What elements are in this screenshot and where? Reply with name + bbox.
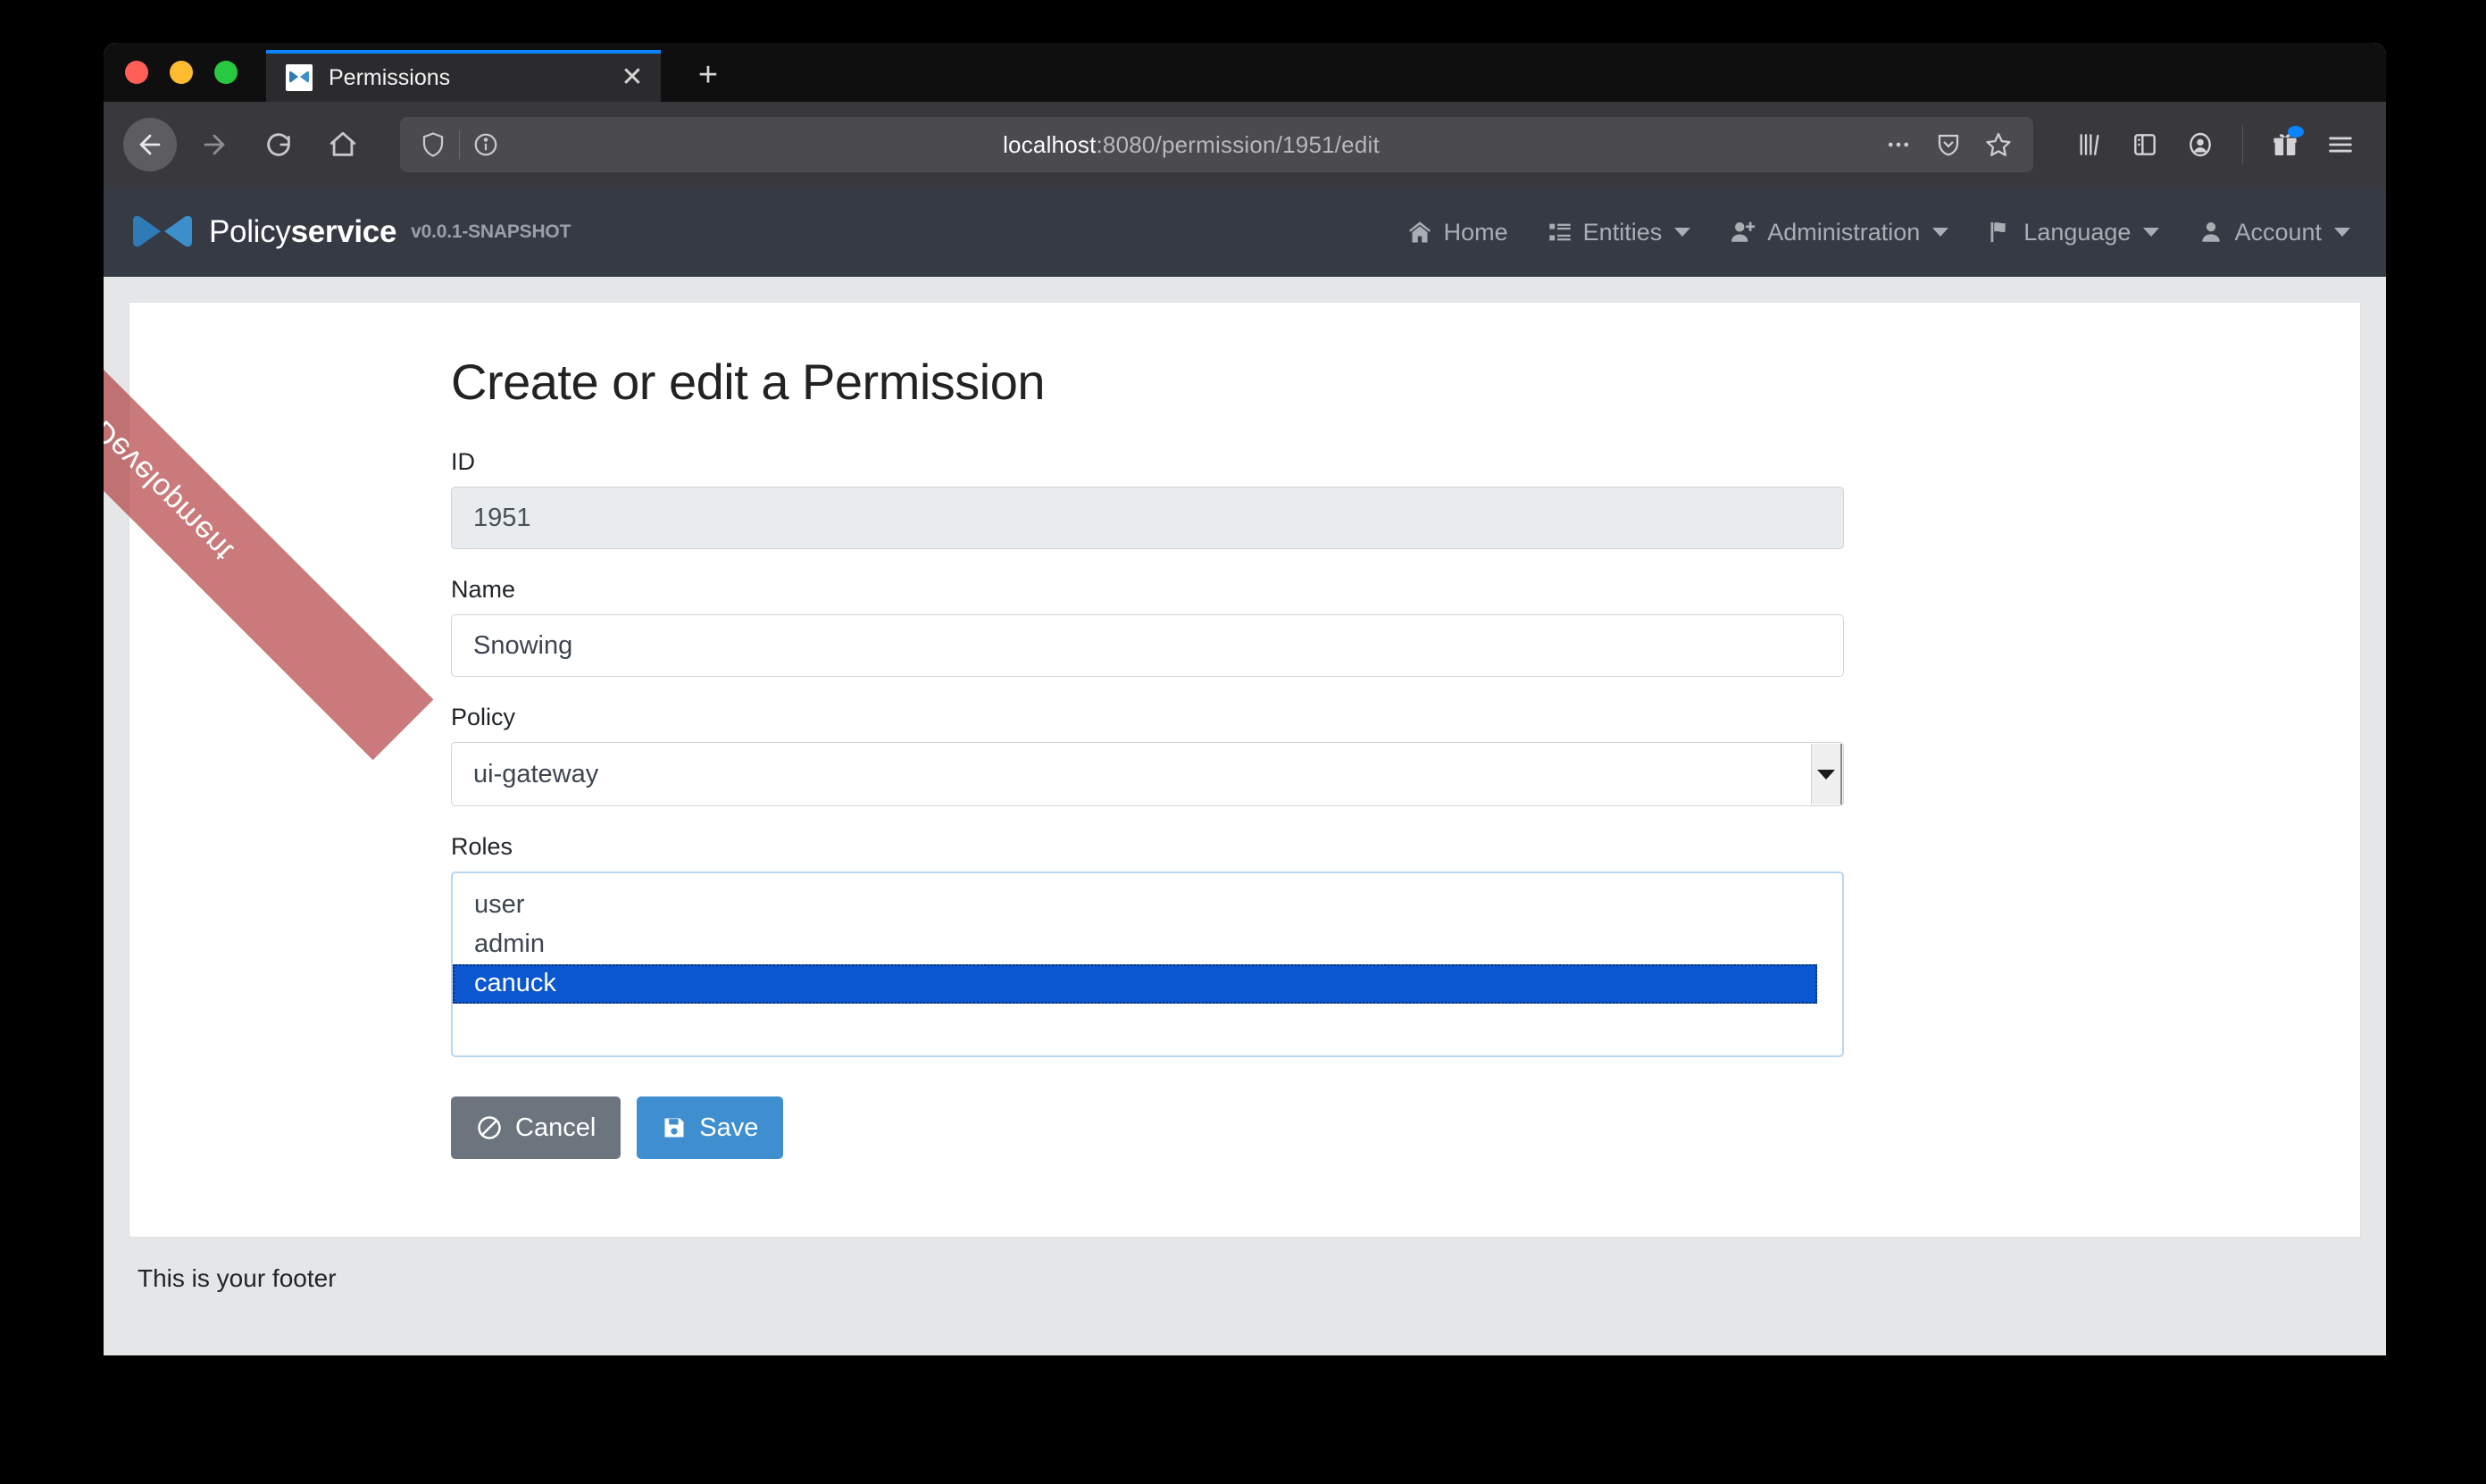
brand-version: v0.0.1-SNAPSHOT — [411, 221, 571, 242]
minimize-window-button[interactable] — [170, 61, 193, 84]
browser-navbar: localhost:8080/permission/1951/edit — [104, 102, 2386, 188]
chevron-down-icon — [2334, 228, 2350, 237]
url-path: :8080/permission/1951/edit — [1096, 130, 1380, 158]
bowtie-logo-icon — [133, 215, 192, 247]
roles-option-canuck[interactable]: canuck — [453, 964, 1817, 1005]
close-window-button[interactable] — [125, 61, 148, 84]
nav-item-account[interactable]: Account — [2198, 219, 2350, 246]
chevron-down-icon — [1932, 228, 1949, 237]
web-page: Development Policyservice v0.0.1-SNAPSHO… — [104, 188, 2386, 1355]
flag-icon — [1988, 220, 2013, 245]
hamburger-menu-icon[interactable] — [2315, 119, 2366, 171]
id-input: 1951 — [451, 487, 1844, 549]
page-title: Create or edit a Permission — [451, 354, 1046, 410]
toolbar-divider — [2242, 125, 2243, 164]
gift-icon[interactable] — [2259, 119, 2311, 171]
chevron-down-icon — [2143, 228, 2160, 237]
nav-item-language-label: Language — [2023, 218, 2131, 246]
id-label: ID — [451, 448, 475, 475]
tab-title: Permissions — [329, 64, 451, 90]
bowtie-favicon — [286, 64, 313, 91]
url-divider — [459, 130, 460, 159]
ellipsis-icon[interactable] — [1876, 122, 1921, 167]
nav-item-administration-label: Administration — [1767, 218, 1921, 246]
user-plus-icon — [1730, 219, 1756, 246]
roles-label: Roles — [451, 833, 513, 860]
pocket-icon[interactable] — [1926, 122, 1971, 167]
policy-label: Policy — [451, 704, 516, 730]
sidebar-icon[interactable] — [2119, 119, 2171, 171]
cancel-button-label: Cancel — [515, 1113, 596, 1142]
nav-item-entities[interactable]: Entities — [1547, 219, 1691, 246]
screenshot-root: Permissions ✕ + localhost:8080/permissio… — [0, 0, 2486, 1484]
content-card: Create or edit a Permission ID 1951 Name… — [129, 302, 2361, 1238]
maximize-window-button[interactable] — [214, 61, 238, 84]
field-id: ID 1951 — [451, 448, 1844, 549]
brand[interactable]: Policyservice v0.0.1-SNAPSHOT — [130, 213, 571, 252]
home-icon[interactable] — [316, 118, 370, 171]
browser-tab[interactable]: Permissions ✕ — [266, 50, 661, 102]
page-footer: This is your footer — [104, 1238, 2386, 1320]
brand-name-light: Policy — [209, 214, 291, 249]
roles-option-admin[interactable]: admin — [453, 925, 1842, 964]
shield-icon[interactable] — [413, 131, 454, 158]
name-label: Name — [451, 576, 516, 603]
save-button[interactable]: Save — [637, 1096, 784, 1159]
field-roles: Roles user admin canuck — [451, 833, 1844, 1057]
user-icon — [2198, 220, 2223, 245]
ban-icon — [476, 1114, 503, 1141]
nav-item-entities-label: Entities — [1582, 218, 1663, 246]
list-grid-icon — [1547, 220, 1573, 245]
back-arrow-icon[interactable] — [123, 118, 177, 171]
footer-text: This is your footer — [138, 1264, 337, 1292]
cancel-button[interactable]: Cancel — [451, 1096, 622, 1159]
url-host: localhost — [1003, 130, 1097, 158]
new-tab-button[interactable]: + — [688, 55, 729, 96]
app-navbar: Policyservice v0.0.1-SNAPSHOT Home Entit… — [104, 188, 2386, 277]
form-actions: Cancel Save — [451, 1096, 1844, 1159]
field-name: Name Snowing — [451, 576, 1844, 677]
account-circle-icon[interactable] — [2174, 119, 2226, 171]
name-input[interactable]: Snowing — [451, 614, 1844, 677]
brand-name-bold: service — [290, 214, 397, 249]
gift-badge — [2288, 126, 2304, 138]
close-icon[interactable]: ✕ — [613, 58, 652, 97]
save-button-label: Save — [699, 1113, 759, 1142]
nav-item-home-label: Home — [1443, 218, 1508, 246]
field-policy: Policy ui-gateway — [451, 704, 1844, 806]
url-bar[interactable]: localhost:8080/permission/1951/edit — [400, 117, 2033, 172]
url-text[interactable]: localhost:8080/permission/1951/edit — [506, 131, 1876, 159]
app-nav-items: Home Entities Administration Language Ac… — [1406, 219, 2350, 246]
policy-select[interactable]: ui-gateway — [451, 742, 1844, 806]
nav-item-home[interactable]: Home — [1406, 219, 1508, 246]
nav-item-language[interactable]: Language — [1988, 218, 2160, 246]
chevron-down-icon — [1817, 769, 1835, 780]
star-icon[interactable] — [1976, 122, 2021, 167]
forward-arrow-icon[interactable] — [188, 118, 241, 171]
permission-form: Create or edit a Permission ID 1951 Name… — [451, 353, 1844, 1159]
url-bar-actions — [1876, 122, 2021, 167]
roles-listbox[interactable]: user admin canuck — [451, 871, 1844, 1057]
browser-toolbar-actions — [2048, 119, 2366, 171]
floppy-disk-icon — [662, 1115, 687, 1140]
window-controls — [125, 61, 238, 84]
chevron-down-icon — [1674, 228, 1691, 237]
reload-icon[interactable] — [252, 118, 305, 171]
policy-select-dropdown-button[interactable] — [1811, 744, 1842, 805]
nav-item-administration[interactable]: Administration — [1730, 218, 1949, 246]
browser-window: Permissions ✕ + localhost:8080/permissio… — [104, 43, 2386, 1355]
library-icon[interactable] — [2064, 119, 2115, 171]
roles-option-user[interactable]: user — [453, 886, 1842, 925]
info-circle-icon[interactable] — [465, 131, 506, 158]
brand-name: Policyservice — [209, 214, 396, 250]
house-icon — [1406, 219, 1433, 246]
browser-titlebar: Permissions ✕ + — [104, 43, 2386, 102]
nav-item-account-label: Account — [2234, 218, 2322, 246]
